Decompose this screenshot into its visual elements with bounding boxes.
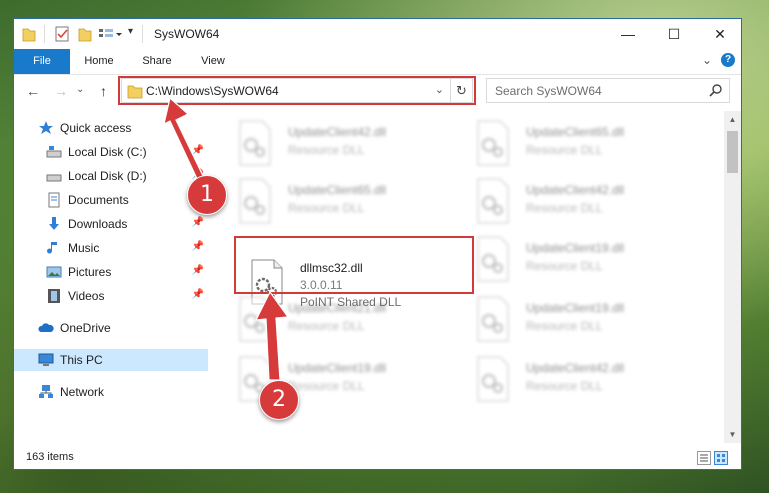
arrow-to-address-bar [163,96,206,184]
callout-badge-1: 1 [187,175,227,215]
callout-badge-2: 2 [259,380,299,420]
arrow-to-file [254,290,290,381]
annotation-overlay [163,96,290,381]
